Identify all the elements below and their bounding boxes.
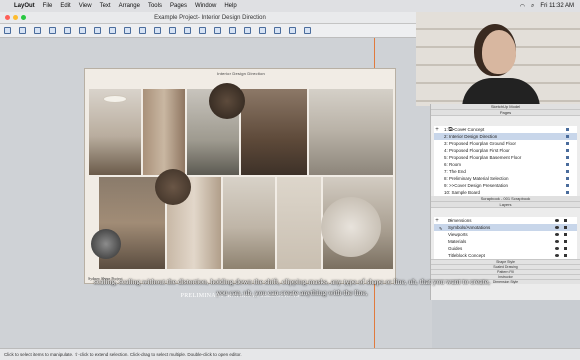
menu-text[interactable]: Text (100, 3, 111, 9)
eraser-tool-icon[interactable] (19, 27, 26, 34)
zoom-window-icon[interactable] (21, 15, 26, 20)
scrapbook-tool-icon[interactable] (214, 27, 221, 34)
photo-chair-circle[interactable] (321, 197, 381, 257)
tray-panel: SketchUp Model Pages + ⧉ − 1: >>Cover Co… (430, 104, 580, 300)
layer-row[interactable]: Viewports (434, 231, 577, 238)
lock-icon (564, 247, 567, 250)
menu-help[interactable]: Help (224, 3, 236, 9)
document-page[interactable]: Interior Design Direction Sydney Shore P… (84, 68, 396, 284)
line-tool-icon[interactable] (49, 27, 56, 34)
window-titlebar: Example Project- Interior Design Directi… (0, 12, 420, 24)
export-icon[interactable] (289, 27, 296, 34)
page-row[interactable]: 1: >>Cover Concept (434, 126, 577, 133)
photo-dining-room[interactable] (89, 89, 141, 175)
webcam-overlay (416, 12, 580, 106)
layer-row[interactable]: Titleblock Concept (434, 252, 577, 259)
search-icon[interactable]: ⌕ (531, 3, 534, 10)
label-tool-icon[interactable] (139, 27, 146, 34)
toolbar (0, 24, 420, 38)
lock-icon (564, 240, 567, 243)
text-tool-icon[interactable] (124, 27, 131, 34)
photo-kitchen[interactable] (241, 89, 307, 175)
next-page-icon[interactable] (259, 27, 266, 34)
page-row[interactable]: 5: Proposed Floorplan Basement Floor (434, 154, 577, 161)
layers-list: Dimensions ✎ Symbols/Annotations Viewport… (434, 217, 577, 259)
pages-list: 1: >>Cover Concept 2: Interior Design Di… (434, 126, 577, 196)
menu-window[interactable]: Window (195, 3, 216, 9)
polygon-tool-icon[interactable] (109, 27, 116, 34)
menu-bar: LayOut File Edit View Text Arrange Tools… (0, 0, 580, 12)
split-tool-icon[interactable] (169, 27, 176, 34)
layer-row[interactable]: Guides (434, 245, 577, 252)
visibility-icon (555, 233, 559, 236)
wifi-icon[interactable]: ◠ (520, 3, 525, 10)
photo-kitchen-island[interactable] (309, 89, 393, 175)
add-page-icon[interactable] (229, 27, 236, 34)
lock-icon (564, 233, 567, 236)
visibility-icon (555, 219, 559, 222)
join-tool-icon[interactable] (184, 27, 191, 34)
arc-tool-icon[interactable] (64, 27, 71, 34)
pendant-light (103, 95, 127, 103)
photo-pendant-circle[interactable] (91, 229, 121, 259)
document-canvas[interactable]: Interior Design Direction Sydney Shore P… (0, 38, 432, 348)
pages-toolbar: + ⧉ − (431, 116, 580, 133)
lock-icon (564, 254, 567, 257)
page-row[interactable]: 7: The End (434, 168, 577, 175)
page-title: Interior Design Direction (217, 71, 265, 76)
rectangle-tool-icon[interactable] (79, 27, 86, 34)
page-row[interactable]: 6: Room (434, 161, 577, 168)
menu-file[interactable]: File (43, 3, 53, 9)
page-row[interactable]: 10: Sample Board (434, 189, 577, 196)
visibility-icon (555, 254, 559, 257)
circle-tool-icon[interactable] (94, 27, 101, 34)
page-row[interactable]: 4: Proposed Floorplan First Floor (434, 147, 577, 154)
visibility-icon (555, 226, 559, 229)
visibility-icon (555, 240, 559, 243)
page-row[interactable]: 8: Preliminary Material Selection (434, 175, 577, 182)
presentation-icon[interactable] (274, 27, 281, 34)
layer-row[interactable]: Materials (434, 238, 577, 245)
window-title: Example Project- Interior Design Directi… (154, 14, 266, 21)
status-text: Click to select items to manipulate. ⇧-c… (4, 351, 242, 357)
page-row-selected[interactable]: 2: Interior Design Direction (434, 133, 577, 140)
layers-icon[interactable] (304, 27, 311, 34)
menu-edit[interactable]: Edit (60, 3, 70, 9)
style-tool-icon[interactable] (34, 27, 41, 34)
previous-page-icon[interactable] (244, 27, 251, 34)
menu-tools[interactable]: Tools (148, 3, 162, 9)
close-window-icon[interactable] (5, 15, 10, 20)
photo-dark-wood-circle[interactable] (209, 83, 245, 119)
menu-pages[interactable]: Pages (170, 3, 187, 9)
lock-icon (564, 219, 567, 222)
photo-marble-circle[interactable] (155, 169, 191, 205)
video-caption: scaling, scaling without the distortion,… (94, 277, 490, 297)
clock[interactable]: Fri 11:32 AM (540, 3, 574, 9)
layer-row-selected[interactable]: ✎ Symbols/Annotations (434, 224, 577, 231)
page-row[interactable]: 3: Proposed Floorplan Ground Floor (434, 140, 577, 147)
select-tool-icon[interactable] (4, 27, 11, 34)
layers-toolbar: + − (431, 208, 580, 224)
menu-arrange[interactable]: Arrange (119, 3, 140, 9)
photo-wood-panel[interactable] (143, 89, 185, 175)
layer-row[interactable]: Dimensions (434, 217, 577, 224)
page-row[interactable]: 9: >>Cover Design Presentation (434, 182, 577, 189)
photo-office[interactable] (223, 177, 275, 269)
presenter-head (482, 30, 516, 74)
photo-vase[interactable] (277, 177, 321, 269)
table-tool-icon[interactable] (199, 27, 206, 34)
dimension-tool-icon[interactable] (154, 27, 161, 34)
visibility-icon (555, 247, 559, 250)
menu-layout[interactable]: LayOut (14, 3, 35, 9)
menu-view[interactable]: View (79, 3, 92, 9)
lock-icon (564, 226, 567, 229)
minimize-window-icon[interactable] (13, 15, 18, 20)
status-bar: Click to select items to manipulate. ⇧-c… (0, 348, 580, 360)
